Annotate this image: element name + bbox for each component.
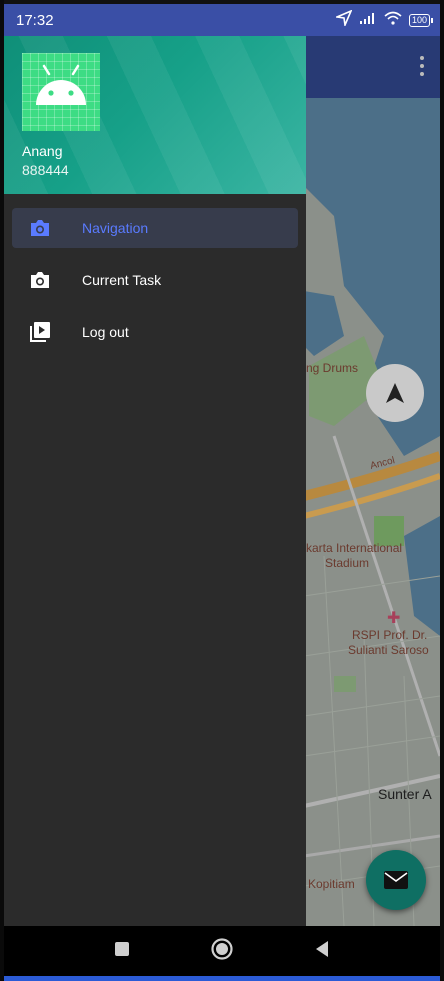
frame-bottom bbox=[0, 976, 444, 981]
menu-item-log-out[interactable]: Log out bbox=[12, 312, 298, 352]
status-time: 17:32 bbox=[16, 11, 54, 29]
battery-icon: 100 bbox=[408, 13, 434, 27]
signal-icon bbox=[359, 11, 377, 30]
message-fab-button[interactable] bbox=[366, 850, 426, 910]
circle-icon bbox=[211, 937, 233, 960]
map-label-stadium-line1: karta International bbox=[306, 541, 403, 555]
menu-item-label: Current Task bbox=[82, 272, 162, 288]
mail-icon bbox=[384, 871, 408, 889]
camera-icon bbox=[28, 216, 52, 240]
back-triangle-icon bbox=[316, 940, 328, 957]
home-button[interactable] bbox=[210, 937, 234, 966]
map-label-hospital-line1: RSPI Prof. Dr. bbox=[352, 628, 428, 642]
menu-item-label: Log out bbox=[82, 324, 129, 340]
user-id: 888444 bbox=[22, 162, 69, 178]
map-label-area: Sunter A bbox=[378, 786, 432, 802]
navigation-arrow-icon bbox=[386, 383, 404, 403]
back-button[interactable] bbox=[314, 940, 330, 963]
avatar bbox=[22, 53, 100, 131]
frame-right bbox=[440, 0, 444, 981]
drawer-header: Anang 888444 bbox=[4, 36, 306, 194]
wifi-icon bbox=[384, 11, 402, 30]
recenter-button[interactable] bbox=[366, 364, 424, 422]
android-icon bbox=[36, 64, 86, 105]
map-label-cafe: Kopitiam bbox=[308, 877, 355, 891]
map-label-stadium-line2: Stadium bbox=[325, 556, 370, 570]
frame-left bbox=[0, 0, 4, 981]
user-name: Anang bbox=[22, 143, 63, 159]
menu-item-navigation[interactable]: Navigation bbox=[12, 208, 298, 248]
status-bar: 17:32 100 bbox=[4, 4, 440, 36]
recents-button[interactable] bbox=[114, 941, 130, 962]
menu-item-label: Navigation bbox=[82, 220, 149, 236]
menu-item-current-task[interactable]: Current Task bbox=[12, 260, 298, 300]
map-label-hospital-line2: Sulianti Saroso bbox=[348, 643, 429, 657]
hospital-icon: ✚ bbox=[387, 610, 401, 627]
system-nav-bar bbox=[4, 926, 440, 976]
navigation-drawer: Anang 888444 Navigation Current Task Log… bbox=[4, 36, 306, 926]
navigation-arrow-icon bbox=[334, 8, 353, 31]
overflow-menu-icon[interactable] bbox=[420, 56, 426, 76]
status-icons: 100 bbox=[334, 8, 434, 31]
drawer-menu: Navigation Current Task Log out bbox=[4, 194, 306, 352]
map-label-drums: ng Drums bbox=[306, 361, 359, 375]
video-library-icon bbox=[28, 320, 52, 344]
camera-icon bbox=[28, 268, 52, 292]
square-icon bbox=[115, 941, 129, 956]
